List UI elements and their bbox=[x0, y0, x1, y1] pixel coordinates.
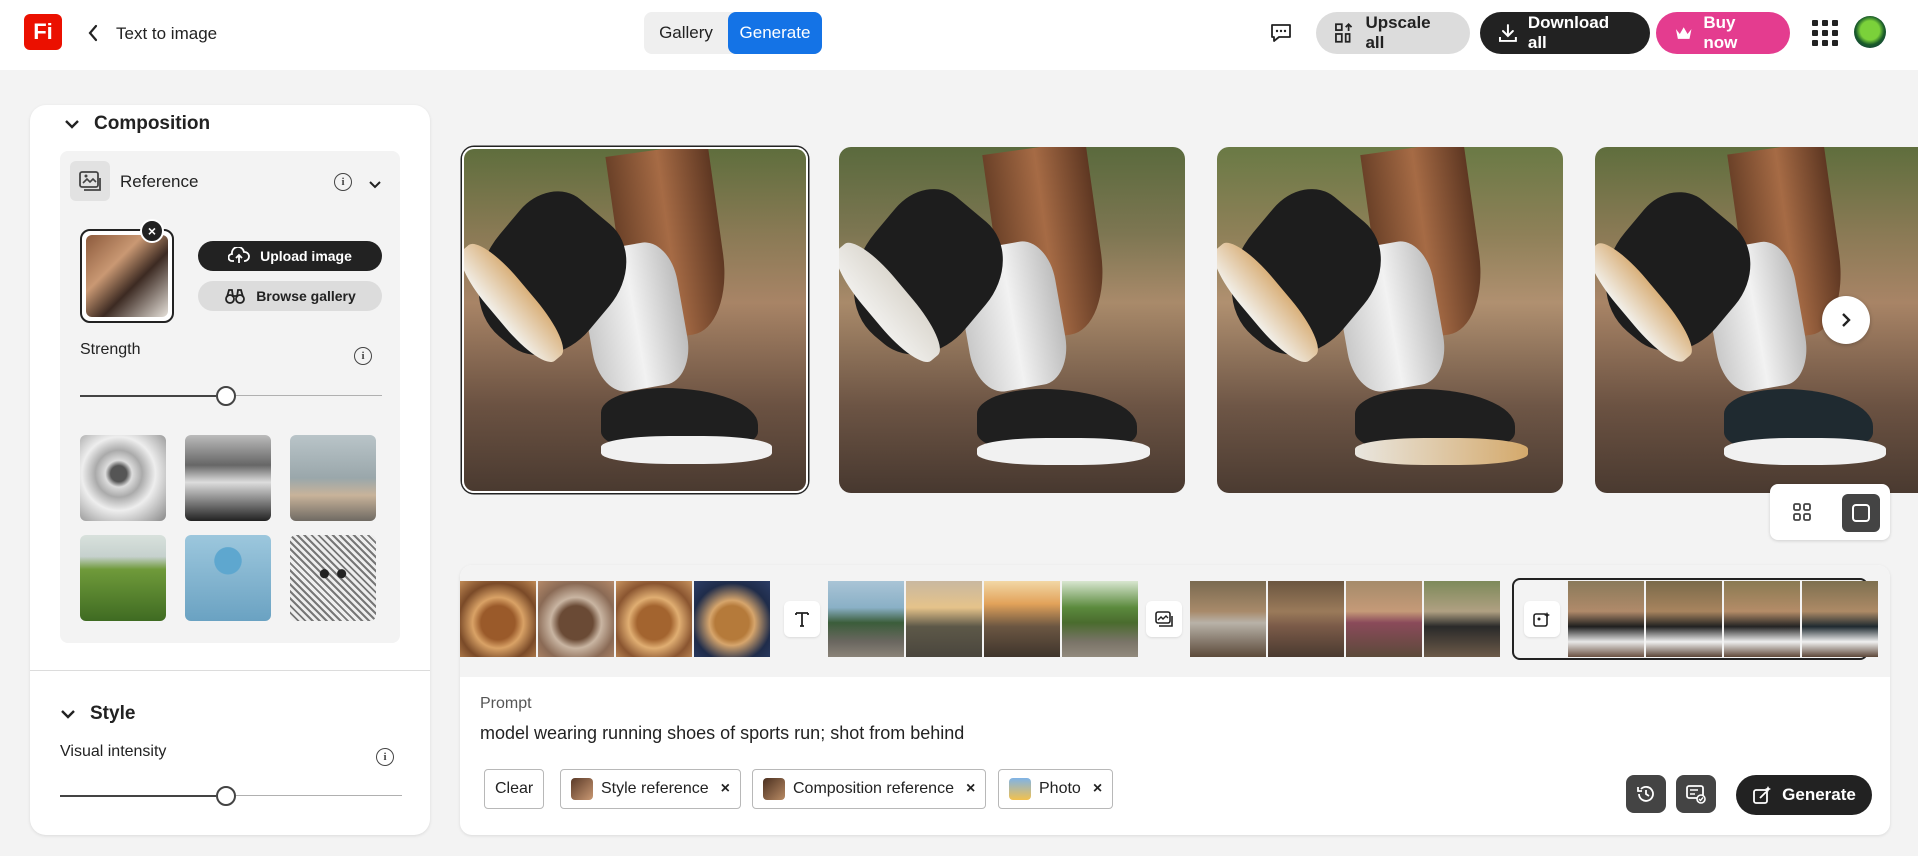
composition-reference-chip[interactable]: Composition reference × bbox=[752, 769, 987, 809]
next-images-button[interactable] bbox=[1822, 296, 1870, 344]
style-reference-thumb bbox=[571, 778, 593, 800]
browse-gallery-button[interactable]: Browse gallery bbox=[198, 281, 382, 311]
app-logo[interactable]: Fi bbox=[24, 14, 62, 50]
clear-button[interactable]: Clear bbox=[484, 769, 545, 809]
photo-chip[interactable]: Photo × bbox=[998, 769, 1114, 809]
reference-image-icon bbox=[70, 161, 110, 201]
composition-title: Composition bbox=[94, 113, 211, 134]
strength-slider-handle[interactable] bbox=[216, 386, 236, 406]
settings-panel: Composition Reference i × Upload image B… bbox=[30, 105, 430, 835]
upscale-all-label: Upscale all bbox=[1365, 13, 1431, 52]
visual-intensity-slider[interactable] bbox=[60, 786, 402, 806]
history-group-3[interactable] bbox=[1146, 581, 1500, 657]
upscale-all-button[interactable]: Upscale all bbox=[1316, 12, 1470, 54]
download-all-label: Download all bbox=[1527, 13, 1610, 52]
remove-style-reference-icon[interactable]: × bbox=[721, 780, 730, 798]
top-bar: Fi Text to image Gallery Generate Upscal… bbox=[0, 0, 1918, 70]
upload-image-label: Upload image bbox=[260, 248, 352, 264]
text-type-icon bbox=[784, 601, 820, 637]
history-group-2[interactable] bbox=[784, 581, 1138, 657]
preset-green-road[interactable] bbox=[80, 535, 166, 621]
breadcrumb-title: Text to image bbox=[116, 24, 218, 43]
remove-reference-button[interactable]: × bbox=[140, 219, 164, 243]
upscale-icon bbox=[1335, 22, 1353, 43]
history-group-4[interactable] bbox=[1524, 581, 1878, 657]
browse-gallery-label: Browse gallery bbox=[256, 288, 356, 304]
reference-thumbnail[interactable] bbox=[80, 229, 174, 323]
tab-generate[interactable]: Generate bbox=[728, 12, 822, 54]
remove-composition-reference-icon[interactable]: × bbox=[966, 780, 975, 798]
generation-history-strip bbox=[460, 565, 1890, 677]
style-reference-icon bbox=[1524, 601, 1560, 637]
visual-intensity-slider-handle[interactable] bbox=[216, 786, 236, 806]
generate-sparkle-icon bbox=[1753, 786, 1772, 804]
mode-switch: Gallery Generate bbox=[644, 12, 822, 54]
cloud-upload-icon bbox=[228, 247, 251, 263]
preset-sphere-cube[interactable] bbox=[185, 535, 271, 621]
preset-owl-sketch[interactable] bbox=[290, 535, 376, 621]
composition-reference-thumb bbox=[763, 778, 785, 800]
chevron-down-icon bbox=[65, 120, 79, 129]
generate-label: Generate bbox=[1782, 785, 1856, 804]
generated-image-3[interactable] bbox=[1217, 147, 1563, 493]
download-all-button[interactable]: Download all bbox=[1480, 12, 1650, 54]
style-reference-chip-label: Style reference bbox=[601, 780, 709, 797]
prompt-area: Prompt model wearing running shoes of sp… bbox=[460, 565, 1890, 835]
prompt-settings-icon bbox=[1686, 785, 1706, 804]
prompt-label: Prompt bbox=[480, 695, 532, 712]
binoculars-icon bbox=[225, 289, 246, 304]
style-reference-chip[interactable]: Style reference × bbox=[560, 769, 741, 809]
download-icon bbox=[1498, 24, 1517, 42]
history-button[interactable] bbox=[1626, 775, 1666, 813]
composition-reference-chip-label: Composition reference bbox=[793, 780, 954, 797]
chevron-down-icon bbox=[61, 710, 75, 719]
reference-presets-grid bbox=[80, 435, 376, 621]
strength-label: Strength bbox=[80, 341, 141, 358]
visual-intensity-label: Visual intensity bbox=[60, 743, 167, 760]
reference-expand-chevron-icon[interactable] bbox=[368, 177, 382, 195]
feedback-chat-icon[interactable] bbox=[1266, 18, 1296, 48]
back-chevron-icon[interactable] bbox=[82, 20, 104, 46]
grid-view-icon[interactable] bbox=[1784, 494, 1820, 530]
strength-info-icon[interactable]: i bbox=[354, 347, 372, 365]
chevron-right-icon bbox=[1842, 313, 1851, 327]
generated-image-2[interactable] bbox=[839, 147, 1185, 493]
prompt-input[interactable]: model wearing running shoes of sports ru… bbox=[480, 723, 964, 744]
photo-chip-label: Photo bbox=[1039, 780, 1081, 797]
strength-slider[interactable] bbox=[80, 386, 382, 406]
reference-label: Reference bbox=[120, 172, 199, 191]
generated-image-1[interactable] bbox=[462, 147, 808, 493]
visual-intensity-info-icon[interactable]: i bbox=[376, 748, 394, 766]
apps-grid-icon[interactable] bbox=[1812, 20, 1838, 46]
user-avatar[interactable] bbox=[1854, 16, 1886, 48]
style-title: Style bbox=[90, 703, 136, 724]
preset-bird-sketch[interactable] bbox=[80, 435, 166, 521]
style-section-header[interactable]: Style bbox=[60, 703, 135, 725]
remove-photo-icon[interactable]: × bbox=[1093, 780, 1102, 798]
panel-divider bbox=[30, 670, 430, 671]
upload-image-button[interactable]: Upload image bbox=[198, 241, 382, 271]
composition-reference-icon bbox=[1146, 601, 1182, 637]
composition-section-header[interactable]: Composition bbox=[64, 113, 210, 135]
photo-thumb bbox=[1009, 778, 1031, 800]
preset-mountain-lake[interactable] bbox=[185, 435, 271, 521]
clear-label: Clear bbox=[495, 780, 534, 797]
reference-card: Reference i × Upload image Browse galler… bbox=[60, 151, 400, 643]
tab-gallery[interactable]: Gallery bbox=[652, 12, 720, 54]
view-toggle bbox=[1770, 484, 1890, 540]
history-group-1[interactable] bbox=[460, 581, 770, 657]
preset-living-room[interactable] bbox=[290, 435, 376, 521]
single-view-icon[interactable] bbox=[1842, 494, 1880, 532]
prompt-settings-button[interactable] bbox=[1676, 775, 1716, 813]
reference-info-icon[interactable]: i bbox=[334, 173, 352, 191]
buy-now-label: Buy now bbox=[1703, 13, 1738, 52]
generate-button[interactable]: Generate bbox=[1736, 775, 1872, 815]
history-clock-icon bbox=[1637, 786, 1654, 802]
buy-now-button[interactable]: Buy now bbox=[1656, 12, 1790, 54]
crown-icon bbox=[1675, 27, 1692, 39]
